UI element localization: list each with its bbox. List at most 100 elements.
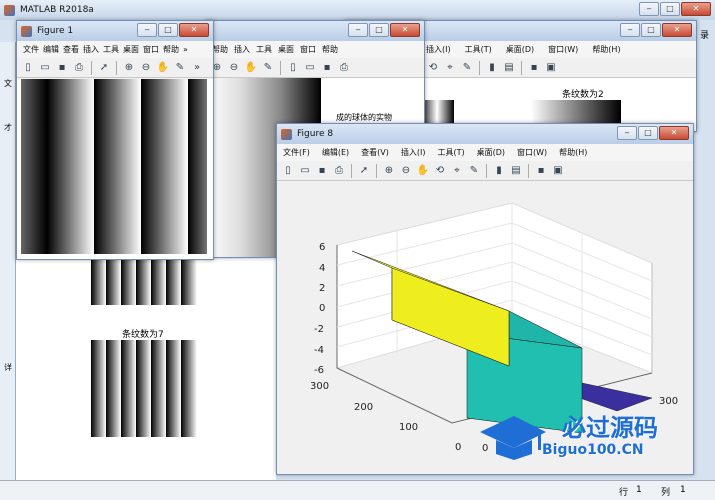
menu-item[interactable]: 插入 <box>234 44 250 55</box>
legend-icon[interactable]: ▤ <box>509 164 523 178</box>
menu-window[interactable]: 窗口 <box>143 44 159 55</box>
new-file-icon[interactable]: ▯ <box>281 164 295 178</box>
middle-figure-controls: ‒ □ ✕ <box>348 23 420 37</box>
grid-icon[interactable]: ▪ <box>527 61 541 75</box>
close-button[interactable]: ✕ <box>662 23 692 37</box>
close-button[interactable]: ✕ <box>179 23 209 37</box>
figure-1-title: Figure 1 <box>37 26 74 36</box>
middle-figure-titlebar: ‒ □ ✕ <box>206 21 424 41</box>
zoom-out-icon[interactable]: ⊖ <box>399 164 413 178</box>
menu-help[interactable]: 帮助(H) <box>592 44 620 55</box>
grid-icon[interactable]: ▪ <box>534 164 548 178</box>
menu-desktop[interactable]: 桌面(D) <box>477 147 505 158</box>
colorbar-icon[interactable]: ▮ <box>492 164 506 178</box>
data-cursor-icon[interactable]: ⌖ <box>443 61 457 75</box>
watermark-text-en: Biguo100.CN <box>542 442 644 458</box>
menu-insert[interactable]: 插入(I) <box>401 147 426 158</box>
grid-icon[interactable]: ▣ <box>551 164 565 178</box>
y-tick-label: 0 <box>455 442 462 453</box>
close-button[interactable]: ✕ <box>659 126 689 140</box>
brush-icon[interactable]: ✎ <box>467 164 481 178</box>
menu-tools[interactable]: 工具 <box>103 44 119 55</box>
close-button[interactable]: ✕ <box>390 23 420 37</box>
maximize-button[interactable]: □ <box>660 2 680 16</box>
brush-icon[interactable]: ✎ <box>460 61 474 75</box>
menu-tools[interactable]: 工具(T) <box>437 147 464 158</box>
print-icon[interactable]: ⎙ <box>332 164 346 178</box>
menu-view[interactable]: 查看(V) <box>361 147 389 158</box>
rotate-icon[interactable]: ⟲ <box>433 164 447 178</box>
pan-icon[interactable]: ✋ <box>244 61 258 75</box>
print-icon[interactable]: ⎙ <box>72 61 86 75</box>
maximize-button[interactable]: □ <box>158 23 178 37</box>
menu-window[interactable]: 窗口(W) <box>548 44 578 55</box>
minimize-button[interactable]: ‒ <box>348 23 368 37</box>
menu-desktop[interactable]: 桌面(D) <box>506 44 534 55</box>
minimize-button[interactable]: ‒ <box>137 23 157 37</box>
grid-icon[interactable]: ▣ <box>544 61 558 75</box>
minimize-button[interactable]: ‒ <box>639 2 659 16</box>
pan-icon[interactable]: ✋ <box>416 164 430 178</box>
menu-item[interactable]: 帮助 <box>212 44 228 55</box>
figure-8-menubar: 文件(F) 编辑(E) 查看(V) 插入(I) 工具(T) 桌面(D) 窗口(W… <box>277 144 693 161</box>
colorbar-icon[interactable]: ▮ <box>485 61 499 75</box>
figure-1-canvas <box>17 79 213 259</box>
menu-help[interactable]: 帮助(H) <box>559 147 587 158</box>
left-edge-char: 才 <box>4 123 12 132</box>
menu-item[interactable]: 窗口 <box>300 44 316 55</box>
minimize-button[interactable]: ‒ <box>617 126 637 140</box>
zoom-in-icon[interactable]: ⊕ <box>122 61 136 75</box>
save-icon[interactable]: ▪ <box>55 61 69 75</box>
col-value: 1 <box>680 485 686 495</box>
z-tick-label: -6 <box>314 365 324 376</box>
pointer-icon[interactable]: ➚ <box>97 61 111 75</box>
menu-window[interactable]: 窗口(W) <box>517 147 547 158</box>
save-icon[interactable]: ▪ <box>320 61 334 75</box>
pan-icon[interactable]: ✋ <box>156 61 170 75</box>
maximize-button[interactable]: □ <box>638 126 658 140</box>
brush-icon[interactable]: ✎ <box>261 61 275 75</box>
menu-view[interactable]: 查看 <box>63 44 79 55</box>
zoom-out-icon[interactable]: ⊖ <box>139 61 153 75</box>
new-file-icon[interactable]: ▯ <box>21 61 35 75</box>
maximize-button[interactable]: □ <box>369 23 389 37</box>
brush-icon[interactable]: ✎ <box>173 61 187 75</box>
open-folder-icon[interactable]: ▭ <box>298 164 312 178</box>
graduation-cap-icon <box>480 416 546 460</box>
open-folder-icon[interactable]: ▭ <box>303 61 317 75</box>
maximize-button[interactable]: □ <box>641 23 661 37</box>
menu-help[interactable]: 帮助 <box>163 44 179 55</box>
menu-tools[interactable]: 工具(T) <box>465 44 492 55</box>
menu-insert[interactable]: 插入(I) <box>426 44 451 55</box>
zoom-out-icon[interactable]: ⊖ <box>227 61 241 75</box>
minimize-button[interactable]: ‒ <box>620 23 640 37</box>
y-tick-label: 200 <box>354 402 374 413</box>
menu-file[interactable]: 文件(F) <box>283 147 310 158</box>
col-label: 列 <box>661 488 671 498</box>
menu-insert[interactable]: 插入 <box>83 44 99 55</box>
new-file-icon[interactable]: ▯ <box>286 61 300 75</box>
save-icon[interactable]: ▪ <box>315 164 329 178</box>
close-button[interactable]: ✕ <box>681 2 711 16</box>
legend-icon[interactable]: ▤ <box>502 61 516 75</box>
menu-desktop[interactable]: 桌面 <box>123 44 139 55</box>
menu-file[interactable]: 文件 <box>23 44 39 55</box>
z-tick-label: 2 <box>319 283 326 294</box>
menu-item[interactable]: 工具 <box>256 44 272 55</box>
toolbar-overflow-icon[interactable]: » <box>190 61 204 75</box>
menu-edit[interactable]: 编辑 <box>43 44 59 55</box>
open-folder-icon[interactable]: ▭ <box>38 61 52 75</box>
menu-edit[interactable]: 编辑(E) <box>322 147 349 158</box>
caption-stripes-2: 条纹数为2 <box>562 90 604 100</box>
print-icon[interactable]: ⎙ <box>337 61 351 75</box>
menu-item[interactable]: 桌面 <box>278 44 294 55</box>
rotate-icon[interactable]: ⟲ <box>426 61 440 75</box>
menu-overflow[interactable]: » <box>183 45 188 54</box>
toolbar-separator <box>376 163 377 178</box>
toolbar-separator <box>486 163 487 178</box>
pointer-icon[interactable]: ➚ <box>357 164 371 178</box>
menu-item[interactable]: 帮助 <box>322 44 338 55</box>
zoom-in-icon[interactable]: ⊕ <box>382 164 396 178</box>
data-cursor-icon[interactable]: ⌖ <box>450 164 464 178</box>
stripe-image-seven <box>91 340 197 437</box>
